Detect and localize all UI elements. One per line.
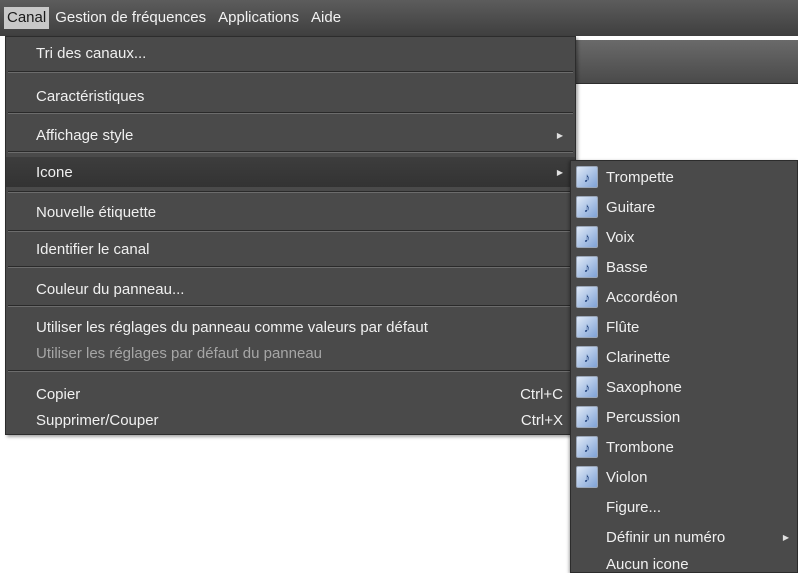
shortcut-label: Ctrl+C xyxy=(520,385,563,403)
menu-item-caracteristiques[interactable]: Caractéristiques xyxy=(6,81,575,111)
menu-item-couleur-du-panneau[interactable]: Couleur du panneau... xyxy=(6,274,575,304)
menu-applications[interactable]: Applications xyxy=(212,7,305,29)
submenu-item-label: Voix xyxy=(606,228,635,246)
shortcut-label: Ctrl+X xyxy=(520,411,563,429)
menu-item-tri-des-canaux[interactable]: Tri des canaux... xyxy=(6,38,575,68)
icone-submenu: ♪ Trompette ♪ Guitare ♪ Voix ♪ Basse ♪ A… xyxy=(570,160,798,573)
bass-guitar-icon: ♪ xyxy=(576,256,598,278)
submenu-arrow-icon: ▶ xyxy=(556,167,563,177)
submenu-item-label: Aucun icone xyxy=(606,555,689,573)
menu-item-label: Tri des canaux... xyxy=(36,44,147,62)
submenu-item-label: Trombone xyxy=(606,438,674,456)
trombone-icon: ♪ xyxy=(576,436,598,458)
menu-item-label: Icone xyxy=(36,163,73,181)
submenu-item-trompette[interactable]: ♪ Trompette xyxy=(571,162,797,192)
menu-aide[interactable]: Aide xyxy=(305,7,347,29)
submenu-item-label: Percussion xyxy=(606,408,681,426)
submenu-item-label: Violon xyxy=(606,468,648,486)
menu-item-icone[interactable]: Icone ▶ xyxy=(6,157,575,187)
submenu-item-basse[interactable]: ♪ Basse xyxy=(571,252,797,282)
submenu-arrow-icon: ▶ xyxy=(782,532,789,542)
saxophone-icon: ♪ xyxy=(576,376,598,398)
submenu-item-figure[interactable]: Figure... xyxy=(571,492,797,522)
submenu-item-label: Définir un numéro xyxy=(606,528,726,546)
flute-icon: ♪ xyxy=(576,316,598,338)
submenu-item-label: Trompette xyxy=(606,168,674,186)
submenu-item-label: Figure... xyxy=(606,498,662,516)
trumpet-icon: ♪ xyxy=(576,166,598,188)
menu-bar: Canal Gestion de fréquences Applications… xyxy=(0,0,798,36)
menu-item-label: Supprimer/Couper xyxy=(36,411,159,429)
guitar-icon: ♪ xyxy=(576,196,598,218)
submenu-item-saxophone[interactable]: ♪ Saxophone xyxy=(571,372,797,402)
menu-item-label: Utiliser les réglages du panneau comme v… xyxy=(36,318,428,336)
menu-item-supprimer-couper[interactable]: Supprimer/Couper Ctrl+X xyxy=(6,405,575,435)
menu-item-label: Caractéristiques xyxy=(36,87,145,105)
background-window-toolbar xyxy=(570,40,798,84)
menu-item-nouvelle-etiquette[interactable]: Nouvelle étiquette xyxy=(6,197,575,227)
menu-separator xyxy=(8,370,573,372)
submenu-item-aucun-icone[interactable]: Aucun icone xyxy=(571,549,797,573)
microphone-icon: ♪ xyxy=(576,226,598,248)
clarinet-icon: ♪ xyxy=(576,346,598,368)
menu-item-label: Copier xyxy=(36,385,81,403)
submenu-item-voix[interactable]: ♪ Voix xyxy=(571,222,797,252)
submenu-item-definir-numero[interactable]: Définir un numéro ▶ xyxy=(571,522,797,552)
menu-item-label: Couleur du panneau... xyxy=(36,280,185,298)
menu-item-label: Utiliser les réglages par défaut du pann… xyxy=(36,344,323,362)
submenu-item-label: Accordéon xyxy=(606,288,678,306)
violin-icon: ♪ xyxy=(576,466,598,488)
menu-gestion-frequences[interactable]: Gestion de fréquences xyxy=(49,7,212,29)
drum-icon: ♪ xyxy=(576,406,598,428)
canal-dropdown-menu: Tri des canaux... Caractéristiques Affic… xyxy=(5,36,576,435)
menu-item-identifier-le-canal[interactable]: Identifier le canal xyxy=(6,234,575,264)
menu-canal[interactable]: Canal xyxy=(4,7,50,29)
submenu-item-guitare[interactable]: ♪ Guitare xyxy=(571,192,797,222)
menu-item-utiliser-reglages-defaut: Utiliser les réglages par défaut du pann… xyxy=(6,338,575,368)
submenu-item-trombone[interactable]: ♪ Trombone xyxy=(571,432,797,462)
submenu-item-violon[interactable]: ♪ Violon xyxy=(571,462,797,492)
submenu-item-label: Saxophone xyxy=(606,378,682,396)
submenu-item-percussion[interactable]: ♪ Percussion xyxy=(571,402,797,432)
submenu-item-label: Clarinette xyxy=(606,348,671,366)
menu-separator xyxy=(8,230,573,232)
menu-item-affichage-style[interactable]: Affichage style ▶ xyxy=(6,120,575,150)
submenu-item-label: Guitare xyxy=(606,198,656,216)
submenu-arrow-icon: ▶ xyxy=(556,130,563,140)
submenu-item-label: Basse xyxy=(606,258,648,276)
menu-item-label: Identifier le canal xyxy=(36,240,150,258)
menu-separator xyxy=(8,151,573,153)
menu-separator xyxy=(8,112,573,114)
submenu-item-accordeon[interactable]: ♪ Accordéon xyxy=(571,282,797,312)
submenu-item-clarinette[interactable]: ♪ Clarinette xyxy=(571,342,797,372)
menu-separator xyxy=(8,266,573,268)
submenu-item-label: Flûte xyxy=(606,318,640,336)
accordion-icon: ♪ xyxy=(576,286,598,308)
menu-separator xyxy=(8,191,573,193)
menu-item-label: Nouvelle étiquette xyxy=(36,203,157,221)
menu-item-label: Affichage style xyxy=(36,126,134,144)
menu-separator xyxy=(8,305,573,307)
submenu-item-flute[interactable]: ♪ Flûte xyxy=(571,312,797,342)
menu-separator xyxy=(8,71,573,73)
